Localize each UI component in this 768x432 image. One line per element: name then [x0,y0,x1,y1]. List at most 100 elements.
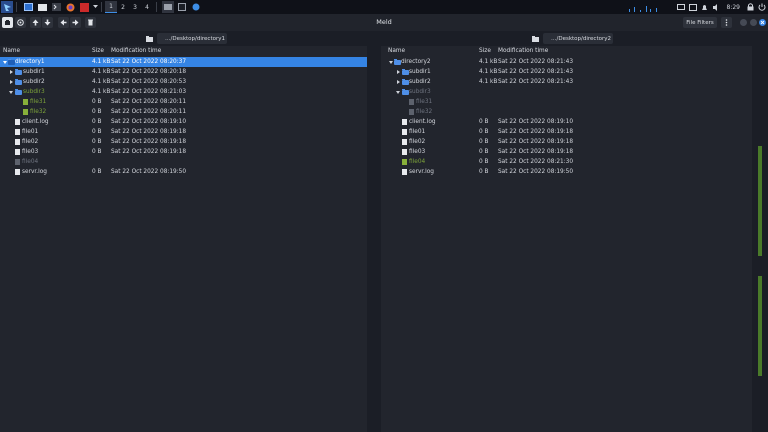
expander-icon[interactable] [9,91,13,94]
right-directory-pane[interactable]: Name Size Modification time directory2 4… [381,46,752,432]
tree-row-file02[interactable]: file02 0 B Sat 22 Oct 2022 08:19:18 [0,137,367,147]
folder-icon [8,59,15,65]
display-icon[interactable] [675,1,687,13]
tree-row-client-log[interactable]: client.log 0 B Sat 22 Oct 2022 08:19:10 [381,117,752,127]
mtime-column-header[interactable]: Modification time [498,48,548,54]
file-icon [15,149,20,155]
network-icon[interactable] [687,1,699,13]
tree-row-file02[interactable]: file02 0 B Sat 22 Oct 2022 08:19:18 [381,137,752,147]
folder-icon [15,79,22,85]
size-column-header[interactable]: Size [92,48,104,54]
file-icon [402,149,407,155]
expander-icon[interactable] [397,70,400,74]
file-icon [402,119,407,125]
tree-row-file32[interactable]: file32 0 B Sat 22 Oct 2022 08:20:11 [0,107,367,117]
notification-bell-icon[interactable] [699,1,711,13]
expander-icon[interactable] [396,91,400,94]
power-icon[interactable] [756,1,768,13]
taskbar-window-2[interactable] [176,1,188,13]
tree-row-servr-log[interactable]: servr.log 0 B Sat 22 Oct 2022 08:19:50 [381,167,752,177]
expander-icon[interactable] [397,80,400,84]
expander-icon[interactable] [3,61,7,64]
tree-row-subdir1[interactable]: subdir1 4.1 kB Sat 22 Oct 2022 08:21:43 [381,67,752,77]
window-title: Meld [376,18,392,26]
volume-icon[interactable] [711,1,723,13]
file-icon [402,169,407,175]
folder-icon [402,89,409,95]
terminal-icon[interactable] [50,1,62,13]
right-path-bar: …/Desktop/directory2 [530,32,613,45]
left-directory-pane[interactable]: Name Size Modification time directory1 4… [0,46,367,432]
tree-row-subdir2[interactable]: subdir2 4.1 kB Sat 22 Oct 2022 08:21:43 [381,77,752,87]
tree-row-subdir1[interactable]: subdir1 4.1 kB Sat 22 Oct 2022 08:20:18 [0,67,367,77]
tree-row-file04[interactable]: file04 [0,157,367,167]
firefox-icon[interactable] [64,1,76,13]
center-gutter [367,46,381,432]
file-icon [15,169,20,175]
tree-row-subdir3[interactable]: subdir3 4.1 kB Sat 22 Oct 2022 08:21:03 [0,87,367,97]
cpu-graph-icon [629,6,657,12]
change-map-scrollbar[interactable] [752,46,768,432]
name-column-header[interactable]: Name [388,48,405,54]
file-icon [409,109,414,115]
folder-icon [394,59,401,65]
tree-row-file31[interactable]: file31 [381,97,752,107]
workspace-view-icon[interactable] [22,1,34,13]
tree-row-file04[interactable]: file04 0 B Sat 22 Oct 2022 08:21:30 [381,157,752,167]
system-tray: 8:29 [675,0,768,14]
file-icon [23,99,28,105]
tree-row-servr-log[interactable]: servr.log 0 B Sat 22 Oct 2022 08:19:50 [0,167,367,177]
tree-row-file32[interactable]: file32 [381,107,752,117]
left-path-entry[interactable]: …/Desktop/directory1 [157,33,227,44]
minimize-button[interactable] [740,19,747,26]
file-icon [15,159,20,165]
tree-row-file31[interactable]: file31 0 B Sat 22 Oct 2022 08:20:11 [0,97,367,107]
tree-row-client-log[interactable]: client.log 0 B Sat 22 Oct 2022 08:19:10 [0,117,367,127]
workspace-2[interactable]: 2 [117,1,129,13]
tree-row-subdir3[interactable]: subdir3 [381,87,752,97]
file-icon [402,139,407,145]
size-column-header[interactable]: Size [479,48,491,54]
taskbar-window-1[interactable] [162,1,174,13]
folder-icon [402,69,409,75]
file-icon [409,99,414,105]
tree-row-file01[interactable]: file01 0 B Sat 22 Oct 2022 08:19:18 [0,127,367,137]
file-icon [15,119,20,125]
taskbar-meld[interactable] [190,1,202,13]
workspace-4[interactable]: 4 [141,1,153,13]
folder-icon [15,69,22,75]
right-column-header: Name Size Modification time [381,46,752,56]
expander-icon[interactable] [389,61,393,64]
folder-icon [15,89,22,95]
app-red-icon[interactable] [78,1,90,13]
top-panel: 1 2 3 4 8:29 [0,0,768,14]
right-path-entry[interactable]: …/Desktop/directory2 [543,33,613,44]
maximize-button[interactable] [750,19,757,26]
tree-row-directory1[interactable]: directory1 4.1 kB Sat 22 Oct 2022 08:20:… [0,57,367,67]
name-column-header[interactable]: Name [3,48,20,54]
chevron-down-icon[interactable] [92,1,98,13]
right-folder-icon[interactable] [530,34,540,44]
tree-row-file03[interactable]: file03 0 B Sat 22 Oct 2022 08:19:18 [0,147,367,157]
clock[interactable]: 8:29 [723,4,744,11]
tree-row-directory2[interactable]: directory2 4.1 kB Sat 22 Oct 2022 08:21:… [381,57,752,67]
window-header: Meld File Filters [0,14,768,31]
expander-icon[interactable] [10,80,13,84]
file-icon [402,159,407,165]
tree-row-subdir2[interactable]: subdir2 4.1 kB Sat 22 Oct 2022 08:20:53 [0,77,367,87]
file-filters-button[interactable]: File Filters [683,17,717,28]
folder-icon [402,79,409,85]
app-menu-icon[interactable] [1,1,13,13]
file-manager-icon[interactable] [36,1,48,13]
tree-row-file03[interactable]: file03 0 B Sat 22 Oct 2022 08:19:18 [381,147,752,157]
lock-icon[interactable] [744,1,756,13]
close-button[interactable] [759,19,766,26]
expander-icon[interactable] [10,70,13,74]
hamburger-menu-icon[interactable] [721,17,732,28]
left-folder-icon[interactable] [144,34,154,44]
mtime-column-header[interactable]: Modification time [111,48,161,54]
tree-row-file01[interactable]: file01 0 B Sat 22 Oct 2022 08:19:18 [381,127,752,137]
workspace-3[interactable]: 3 [129,1,141,13]
workspace-1[interactable]: 1 [105,1,117,13]
left-path-bar: …/Desktop/directory1 [144,32,227,45]
